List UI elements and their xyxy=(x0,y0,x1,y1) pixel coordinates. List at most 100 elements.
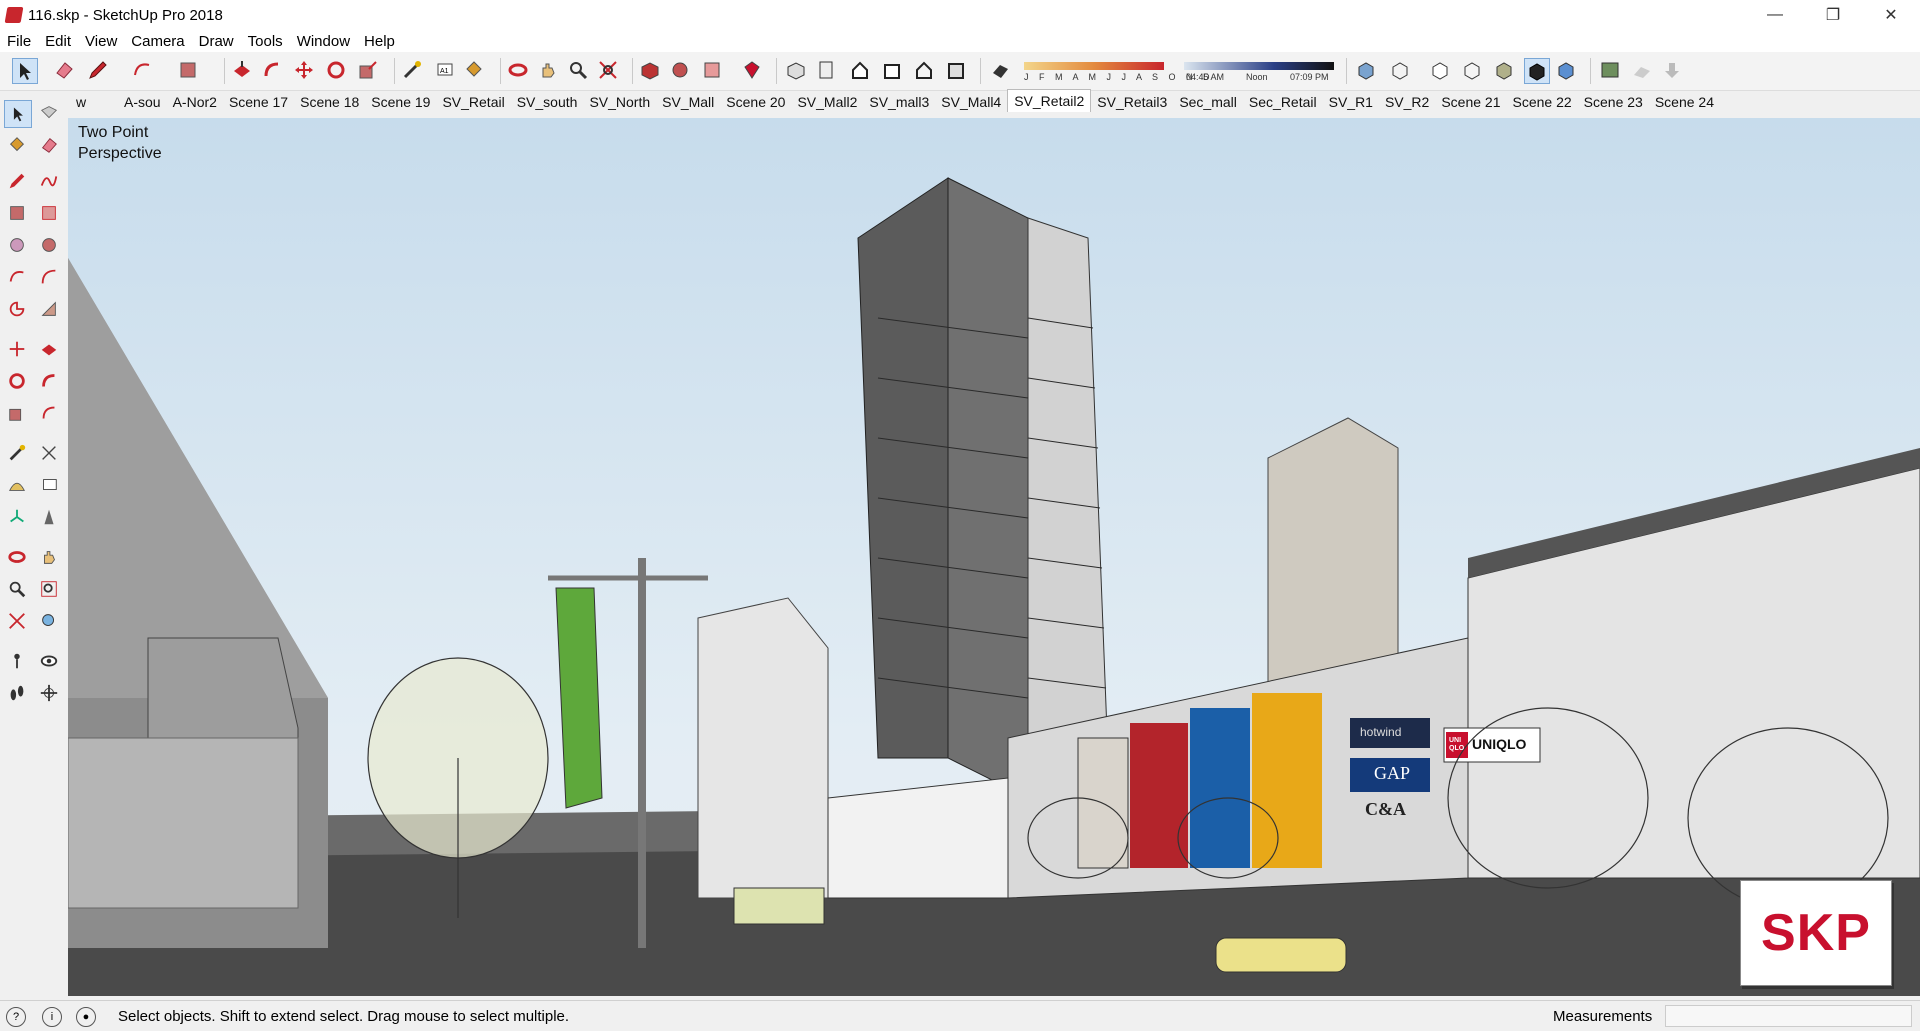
scene-tab[interactable]: w xyxy=(70,91,118,113)
back-view-icon[interactable] xyxy=(912,58,936,82)
scene-tab[interactable]: SV_Mall2 xyxy=(791,91,863,113)
3d-text-icon[interactable] xyxy=(36,504,62,530)
previous-view-icon[interactable] xyxy=(36,608,62,634)
iso-view-icon[interactable] xyxy=(784,58,808,82)
follow-me-tool-icon[interactable] xyxy=(36,368,62,394)
scale-tool-icon[interactable] xyxy=(4,400,30,426)
make-component-icon[interactable] xyxy=(36,100,62,126)
text-tool-icon[interactable] xyxy=(36,472,62,498)
eraser-tool-icon[interactable] xyxy=(52,58,76,82)
textured-style-icon[interactable] xyxy=(1492,58,1516,82)
ruby-extension-icon[interactable] xyxy=(740,58,764,82)
scene-tab[interactable]: Scene 21 xyxy=(1435,91,1506,113)
left-view-icon[interactable] xyxy=(944,58,968,82)
rectangle-tool-icon[interactable] xyxy=(176,58,200,82)
menu-edit[interactable]: Edit xyxy=(38,33,78,50)
offset-tool-icon[interactable] xyxy=(36,400,62,426)
month-slider-track[interactable] xyxy=(1024,62,1164,70)
scene-tab[interactable]: SV_Mall xyxy=(656,91,720,113)
scene-tab-active[interactable]: SV_Retail2 xyxy=(1007,89,1092,112)
menu-view[interactable]: View xyxy=(78,33,124,50)
right-view-icon[interactable] xyxy=(880,58,904,82)
add-location-icon[interactable] xyxy=(1598,58,1622,82)
walk-icon[interactable] xyxy=(4,680,30,706)
select-tool-icon[interactable] xyxy=(12,58,38,84)
measurements-input[interactable] xyxy=(1665,1005,1912,1027)
scene-tab[interactable]: Scene 18 xyxy=(294,91,365,113)
scale-tool-icon[interactable] xyxy=(356,58,380,82)
scene-tab[interactable]: A-Nor2 xyxy=(167,91,223,113)
pencil-tool-icon[interactable] xyxy=(86,58,110,82)
rotate-tool-icon[interactable] xyxy=(324,58,348,82)
credits-icon[interactable]: i xyxy=(42,1007,62,1027)
minimize-button[interactable]: — xyxy=(1746,0,1804,30)
menu-draw[interactable]: Draw xyxy=(192,33,241,50)
menu-window[interactable]: Window xyxy=(290,33,357,50)
push-pull-tool-icon[interactable] xyxy=(230,58,254,82)
pan-icon[interactable] xyxy=(536,58,560,82)
scene-tab[interactable]: SV_mall3 xyxy=(863,91,935,113)
scene-tab[interactable]: Scene 23 xyxy=(1578,91,1649,113)
move-tool-icon[interactable] xyxy=(292,58,316,82)
follow-me-tool-icon[interactable] xyxy=(260,58,284,82)
select-tool-icon[interactable] xyxy=(4,100,32,128)
scene-tab[interactable]: SV_south xyxy=(511,91,584,113)
look-around-icon[interactable] xyxy=(36,648,62,674)
scene-tab[interactable]: Scene 17 xyxy=(223,91,294,113)
shaded-style-icon[interactable] xyxy=(1460,58,1484,82)
tape-measure-icon[interactable] xyxy=(400,58,424,82)
zoom-window-icon[interactable] xyxy=(36,576,62,602)
tape-measure-icon[interactable] xyxy=(4,440,30,466)
time-slider-track[interactable] xyxy=(1184,62,1334,70)
hidden-line-style-icon[interactable] xyxy=(1428,58,1452,82)
3d-warehouse-icon[interactable] xyxy=(638,58,662,82)
scene-tab[interactable]: A-sou xyxy=(118,91,167,113)
top-view-icon[interactable] xyxy=(814,58,838,82)
scene-tab[interactable]: SV_North xyxy=(583,91,656,113)
toggle-terrain-icon[interactable] xyxy=(1630,58,1654,82)
rectangle-tool-icon[interactable] xyxy=(4,200,30,226)
scene-tab[interactable]: Sec_Retail xyxy=(1243,91,1323,113)
pie-tool-icon[interactable] xyxy=(4,296,30,322)
shadow-toggle-icon[interactable] xyxy=(988,58,1012,82)
scene-tab[interactable]: Scene 24 xyxy=(1649,91,1720,113)
photo-textures-icon[interactable] xyxy=(1660,58,1684,82)
scene-tab[interactable]: SV_Retail3 xyxy=(1091,91,1173,113)
scene-tab[interactable]: SV_Mall4 xyxy=(935,91,1007,113)
protractor-icon[interactable] xyxy=(4,472,30,498)
position-camera-icon[interactable] xyxy=(4,648,30,674)
geo-location-icon[interactable]: ? xyxy=(6,1007,26,1027)
circle-tool-icon[interactable] xyxy=(4,232,30,258)
polygon-tool-icon[interactable] xyxy=(36,232,62,258)
move-tool-icon[interactable] xyxy=(4,336,30,362)
orbit-icon[interactable] xyxy=(4,544,30,570)
orbit-icon[interactable] xyxy=(506,58,530,82)
monochrome-style-icon[interactable] xyxy=(1524,58,1550,84)
scene-tab[interactable]: Scene 19 xyxy=(365,91,436,113)
menu-tools[interactable]: Tools xyxy=(241,33,290,50)
arc-tool-icon[interactable] xyxy=(4,264,30,290)
axes-tool-icon[interactable] xyxy=(4,504,30,530)
freehand-tool-icon[interactable] xyxy=(36,168,62,194)
layout-icon[interactable] xyxy=(700,58,724,82)
scene-tab[interactable]: SV_Retail xyxy=(436,91,510,113)
zoom-icon[interactable] xyxy=(4,576,30,602)
text-tool-icon[interactable]: A1 xyxy=(432,58,456,82)
arc-tool-icon[interactable] xyxy=(130,58,154,82)
scene-tab[interactable]: Scene 22 xyxy=(1507,91,1578,113)
menu-camera[interactable]: Camera xyxy=(124,33,191,50)
menu-help[interactable]: Help xyxy=(357,33,402,50)
section-plane-icon[interactable] xyxy=(36,680,62,706)
menu-file[interactable]: File xyxy=(0,33,38,50)
zoom-extents-icon[interactable] xyxy=(596,58,620,82)
xray-style-icon[interactable] xyxy=(1354,58,1378,82)
rotate-tool-icon[interactable] xyxy=(4,368,30,394)
section-plane-icon[interactable] xyxy=(1554,58,1578,82)
three-point-arc-icon[interactable] xyxy=(36,296,62,322)
restore-button[interactable]: ❐ xyxy=(1804,0,1862,30)
scene-tab[interactable]: Sec_mall xyxy=(1173,91,1243,113)
zoom-extents-icon[interactable] xyxy=(4,608,30,634)
eraser-tool-icon[interactable] xyxy=(36,132,62,158)
scene-tab[interactable]: SV_R1 xyxy=(1323,91,1379,113)
scene-tab[interactable]: SV_R2 xyxy=(1379,91,1435,113)
